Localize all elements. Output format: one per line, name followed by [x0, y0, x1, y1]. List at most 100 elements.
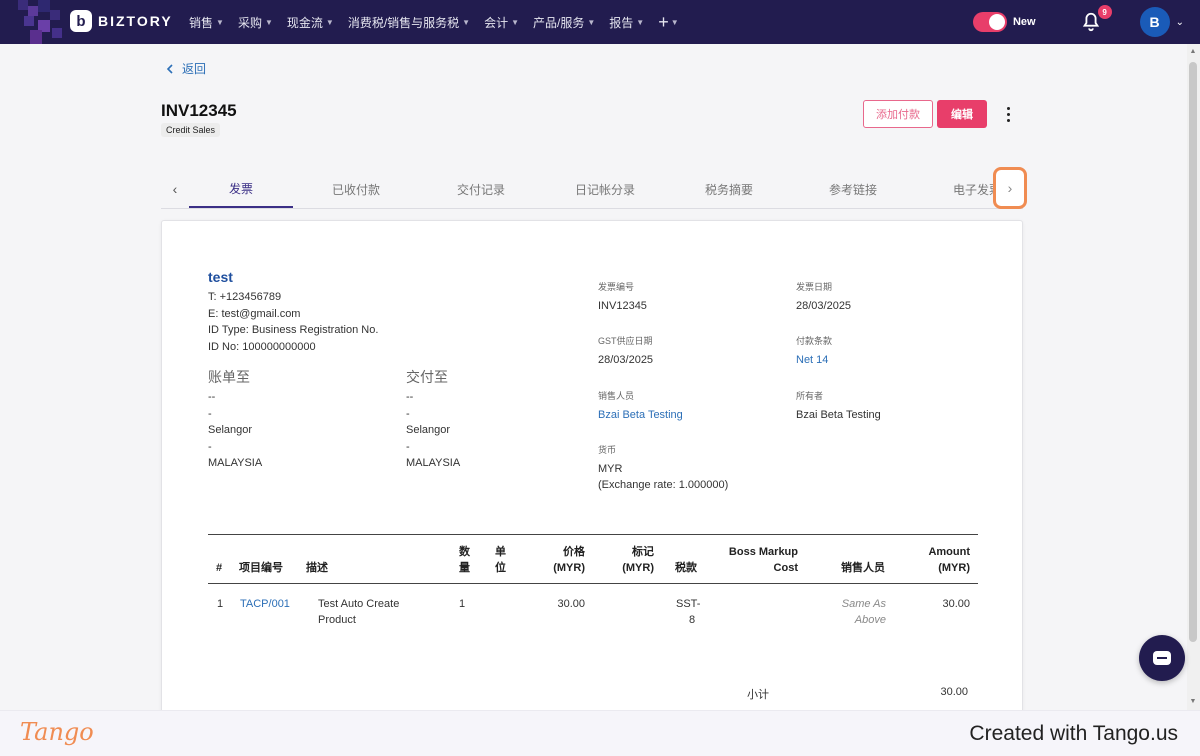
- tab-journal-entries[interactable]: 日记帐分录: [550, 170, 660, 208]
- scroll-thumb[interactable]: [1189, 62, 1197, 642]
- meta-value: 28/03/2025: [796, 300, 852, 312]
- nav-reports[interactable]: 报告 ▼: [609, 14, 644, 31]
- tab-reference-links[interactable]: 参考链接: [798, 170, 908, 208]
- header-line: 量: [459, 562, 470, 574]
- header-line: (MYR): [938, 562, 970, 574]
- navbar-right: New 9 B ⌄: [972, 0, 1184, 44]
- new-ui-toggle[interactable]: New: [972, 12, 1036, 32]
- header-line: 位: [495, 562, 506, 574]
- chat-icon: [1153, 651, 1171, 665]
- col-salesperson: 销售人员: [841, 562, 885, 574]
- exchange-rate: (Exchange rate: 1.000000): [598, 479, 729, 491]
- meta-label: 发票日期: [796, 282, 833, 292]
- salesperson-link[interactable]: Bzai Beta Testing: [598, 407, 683, 423]
- page-scrollbar[interactable]: ▲ ▼: [1187, 44, 1200, 710]
- col-amount: Amount (MYR): [920, 544, 970, 576]
- brand-logo[interactable]: b BIZTORY: [70, 10, 173, 32]
- address-line: MALAYSIA: [208, 457, 263, 469]
- nav-label: 报告: [609, 15, 634, 30]
- nav-sales[interactable]: 销售 ▼: [189, 14, 224, 31]
- delivery-address: -- - Selangor - MALAYSIA: [406, 389, 460, 472]
- scroll-down-icon[interactable]: ▼: [1189, 698, 1197, 706]
- nav-accounting[interactable]: 会计 ▼: [484, 14, 519, 31]
- nav-add-button[interactable]: + ▼: [658, 12, 678, 33]
- brand-logo-icon: b: [70, 10, 92, 32]
- cell-line: 8: [689, 614, 696, 626]
- nav-purchases[interactable]: 采购 ▼: [238, 14, 273, 31]
- back-link[interactable]: 返回: [166, 60, 206, 77]
- col-description: 描述: [306, 562, 328, 574]
- user-menu[interactable]: B ⌄: [1139, 7, 1184, 37]
- nav-label: 现金流: [286, 15, 323, 30]
- col-quantity: 数量: [459, 544, 470, 576]
- toggle-switch[interactable]: [972, 12, 1007, 32]
- page-title: INV12345: [161, 101, 237, 120]
- nav-label: 销售: [189, 15, 214, 30]
- col-no: #: [216, 562, 223, 574]
- tab-delivery-records[interactable]: 交付记录: [426, 170, 536, 208]
- meta-label: 发票编号: [598, 282, 635, 292]
- caret-down-icon: ▼: [636, 17, 645, 27]
- cell-amount: 30.00: [942, 598, 970, 610]
- company-name: test: [208, 269, 233, 285]
- nav-tax[interactable]: 消费税/销售与服务税 ▼: [348, 14, 470, 31]
- col-markup: 标记 (MYR): [614, 544, 654, 576]
- tab-e-invoice[interactable]: 电子发票: [953, 170, 995, 208]
- meta-salesperson: 销售人员 Bzai Beta Testing: [598, 389, 683, 423]
- nav-label: 会计: [484, 15, 509, 30]
- plus-icon: +: [658, 11, 669, 32]
- subtotal-value: 30.00: [940, 686, 968, 698]
- header-line: 数: [459, 546, 470, 558]
- meta-value: INV12345: [598, 300, 647, 312]
- header-line: Boss Markup: [728, 546, 798, 558]
- nav-label: 采购: [237, 15, 262, 30]
- item-code-link[interactable]: TACP/001: [240, 596, 290, 612]
- nav-cashflow[interactable]: 现金流 ▼: [287, 14, 334, 31]
- meta-payment-terms: 付款条款 Net 14: [796, 334, 832, 368]
- tabs-next-button[interactable]: ›: [993, 167, 1027, 209]
- meta-value: Bzai Beta Testing: [796, 409, 881, 421]
- company-id-type: ID Type: Business Registration No.: [208, 324, 379, 336]
- cell-description: Test Auto Create Product: [318, 596, 399, 628]
- tab-tax-summary[interactable]: 税务摘要: [674, 170, 784, 208]
- scroll-up-icon[interactable]: ▲: [1189, 48, 1197, 56]
- tango-footer: Tango Created with Tango.us: [0, 710, 1200, 756]
- chevron-left-icon: ‹: [172, 181, 178, 197]
- nav-label: 消费税/销售与服务税: [347, 15, 460, 30]
- cell-line: Test Auto Create: [318, 598, 400, 610]
- address-line: -: [208, 440, 212, 453]
- address-line: -: [406, 407, 410, 420]
- address-line: Selangor: [208, 424, 253, 436]
- nav-products[interactable]: 产品/服务 ▼: [533, 14, 595, 31]
- company-details: T: +123456789 E: test@gmail.com ID Type:…: [208, 289, 378, 355]
- payment-terms-link[interactable]: Net 14: [796, 352, 832, 368]
- address-line: --: [208, 391, 216, 403]
- header-line: (MYR): [622, 562, 654, 574]
- billing-title: 账单至: [208, 369, 250, 385]
- status-badge: Credit Sales: [161, 123, 221, 137]
- cell-tax: SST- 8: [676, 596, 700, 628]
- add-payment-button[interactable]: 添加付款: [863, 100, 933, 128]
- invoice-document: test T: +123456789 E: test@gmail.com ID …: [161, 220, 1023, 720]
- more-options-icon[interactable]: [1001, 104, 1015, 124]
- address-line: MALAYSIA: [406, 457, 461, 469]
- cell-line: Above: [854, 614, 886, 626]
- header-line: Cost: [773, 562, 798, 574]
- nav-label: 产品/服务: [533, 15, 585, 30]
- notifications-button[interactable]: 9: [1080, 5, 1112, 33]
- notification-badge: 9: [1097, 5, 1112, 19]
- tab-invoice[interactable]: 发票: [189, 170, 293, 208]
- chat-button[interactable]: [1139, 635, 1185, 681]
- caret-down-icon: ▼: [216, 17, 224, 27]
- tango-logo: Tango: [20, 718, 94, 746]
- edit-button[interactable]: 编辑: [937, 100, 987, 128]
- cell-line: Same As: [841, 598, 886, 610]
- caret-down-icon: ▼: [462, 17, 471, 27]
- tab-payments-received[interactable]: 已收付款: [301, 170, 411, 208]
- tabs-prev-button[interactable]: ‹: [161, 170, 189, 208]
- cell-line: SST-: [676, 598, 701, 610]
- meta-invoice-number: 发票编号 INV12345: [598, 280, 647, 314]
- meta-invoice-date: 发票日期 28/03/2025: [796, 280, 851, 314]
- tango-credit: Created with Tango.us: [969, 722, 1178, 745]
- address-line: -: [208, 407, 212, 420]
